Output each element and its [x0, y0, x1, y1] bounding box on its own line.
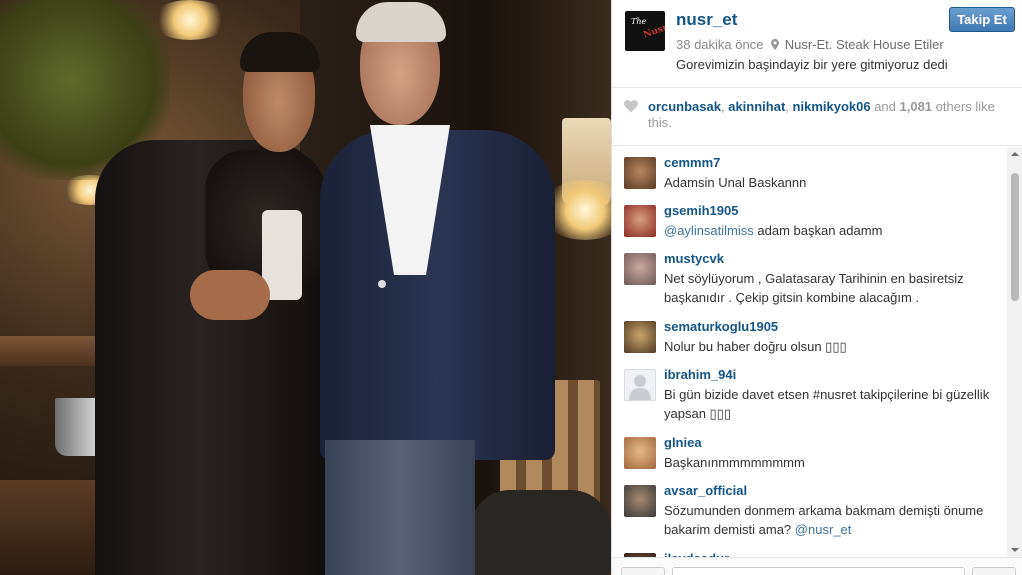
like-user[interactable]: akinnihat [728, 99, 785, 114]
post-location[interactable]: Nusr-Et. Steak House Etiler [785, 37, 944, 52]
comment-text: Adamsin Unal Baskannn [664, 175, 807, 190]
post-time[interactable]: 38 dakika önce [676, 37, 763, 52]
more-options-button[interactable] [972, 567, 1016, 575]
post-caption: Gorevimizin başindayiz bir yere gitmiyor… [676, 57, 948, 72]
like-user[interactable]: nikmikyok06 [793, 99, 871, 114]
photo-chair-seat [470, 490, 611, 575]
like-button[interactable] [621, 567, 665, 575]
likes-section: orcunbasak, akinnihat, nikmikyok06 and 1… [612, 88, 1022, 146]
comment-username[interactable]: mustycvk [664, 251, 724, 266]
comment-username[interactable]: cemmm7 [664, 155, 720, 170]
comment-text: Bi gün bizide davet etsen #nusret takipç… [664, 387, 990, 421]
comment-avatar[interactable] [624, 157, 656, 189]
comment-text: @aylinsatilmiss adam başkan adamm [664, 223, 883, 238]
comment-mention[interactable]: @aylinsatilmiss [664, 223, 754, 238]
follow-button[interactable]: Takip Et [949, 7, 1015, 32]
comment-text: Nolur bu haber doğru olsun ▯▯▯ [664, 339, 847, 354]
location-pin-icon [771, 39, 780, 50]
comment-avatar[interactable] [624, 369, 656, 401]
comment-text: Net söylüyorum , Galatasaray Tarihinin e… [664, 271, 964, 305]
scroll-up-arrow-icon[interactable] [1007, 147, 1022, 161]
heart-icon[interactable] [624, 100, 638, 113]
likes-text: orcunbasak, akinnihat, nikmikyok06 and 1… [648, 99, 995, 130]
comment-avatar[interactable] [624, 205, 656, 237]
default-avatar-icon [629, 375, 651, 400]
post-username[interactable]: nusr_et [676, 10, 737, 30]
post-side-panel: The Nusret nusr_et Takip Et 38 dakika ön… [611, 0, 1022, 575]
scroll-down-arrow-icon[interactable] [1007, 543, 1022, 557]
comment-username[interactable]: ibrahim_94i [664, 367, 736, 382]
comment-mention[interactable]: @nusr_et [795, 522, 852, 537]
comments-list[interactable]: cemmm7 Adamsin Unal Baskannn gsemih1905 … [612, 147, 1007, 557]
scrollbar-thumb[interactable] [1011, 173, 1019, 301]
post-photo[interactable] [0, 0, 611, 575]
comment-avatar[interactable] [624, 485, 656, 517]
likes-count[interactable]: 1,081 [900, 99, 933, 114]
comment-footer [612, 557, 1022, 575]
like-user[interactable]: orcunbasak [648, 99, 721, 114]
comment-username[interactable]: glniea [664, 435, 702, 450]
avatar-logo-text: The [631, 17, 647, 26]
comments-scrollbar[interactable] [1007, 147, 1022, 557]
comment-text: Sözumunden donmem arkama bakmam demişti … [664, 503, 984, 537]
comment-username[interactable]: gsemih1905 [664, 203, 738, 218]
comment-text: Başkanınmmmmmmmm [664, 455, 805, 470]
user-avatar[interactable]: The Nusret [625, 11, 665, 51]
post-meta: 38 dakika önce Nusr-Et. Steak House Etil… [676, 37, 944, 52]
comment-avatar[interactable] [624, 437, 656, 469]
comment-avatar[interactable] [624, 321, 656, 353]
comment-avatar[interactable] [624, 253, 656, 285]
post-header: The Nusret nusr_et Takip Et 38 dakika ön… [612, 0, 1022, 88]
comment-username[interactable]: avsar_official [664, 483, 747, 498]
comment-username[interactable]: sematurkoglu1905 [664, 319, 778, 334]
comment-input[interactable] [672, 567, 965, 575]
